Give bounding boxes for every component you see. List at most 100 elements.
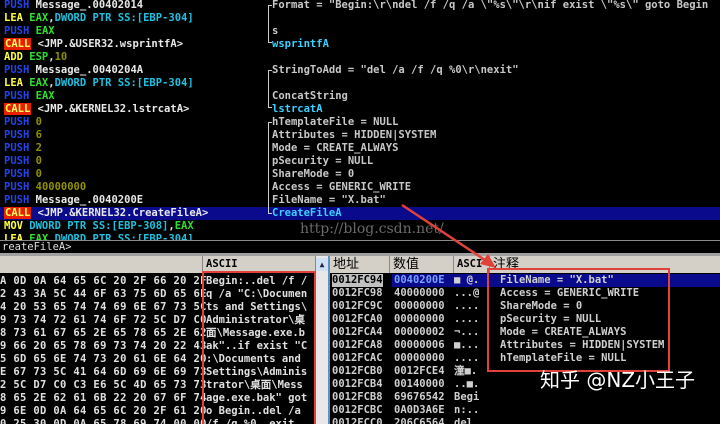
stack-address: 0012FCA4 — [332, 326, 383, 338]
operand: EAX — [174, 220, 194, 232]
operand: 0 — [29, 155, 42, 167]
disasm-row[interactable]: PUSH Message_.0040204A StringToAdd = "del… — [0, 64, 720, 77]
instruction: PUSH Message_.0040204A — [4, 64, 143, 77]
disassembly-pane[interactable]: PUSH Message_.00402014 Format = "Begin:\r… — [0, 0, 720, 240]
address-column-header[interactable]: 地址 — [330, 256, 390, 273]
stack-ascii: Begi — [454, 391, 480, 403]
stack-ascii: .... — [454, 352, 480, 364]
disasm-row[interactable]: LEA EAX,DWORD PTR SS:[EBP-304] — [0, 12, 720, 25]
hex-bytes: 4 20 53 65 74 74 69 6E 67 73 5C — [0, 301, 207, 313]
mnemonic: CALL — [4, 207, 32, 219]
status-line: reateFileA> — [0, 240, 720, 253]
disasm-comment: wsprintfA — [272, 38, 329, 50]
stack-value: 0A0D3A6E — [394, 404, 445, 416]
disasm-comment: ShareMode = 0 — [272, 168, 355, 180]
mnemonic: PUSH — [4, 194, 30, 206]
disasm-comment: Access = GENERIC_WRITE — [272, 181, 412, 193]
hex-bytes: 9 73 74 72 61 74 6F 72 5C D7 C0 — [0, 314, 207, 326]
instruction: PUSH Message_.00402014 — [4, 0, 143, 12]
operand: 6 — [29, 129, 42, 141]
instruction: PUSH 0 — [4, 155, 42, 168]
scroll-up-icon[interactable]: ▲ — [316, 258, 328, 271]
mnemonic: PUSH — [4, 155, 30, 167]
stack-value: 00000002 — [394, 326, 445, 338]
stack-value: 0012FCE4 — [394, 365, 445, 377]
disasm-row[interactable]: PUSH 0 ShareMode = 0 — [0, 168, 720, 181]
stack-address: 0012FC9C — [332, 300, 383, 312]
mnemonic: PUSH — [4, 129, 30, 141]
hex-column-header[interactable] — [0, 256, 203, 273]
stack-ascii: ..■. — [454, 378, 480, 390]
instruction: CALL <JMP.&USER32.wsprintfA> — [4, 38, 183, 51]
stack-ascii: n:.. — [454, 404, 480, 416]
instruction: CALL <JMP.&KERNEL32.lstrcatA> — [4, 103, 189, 116]
disasm-row[interactable]: PUSH Message_.0040200E FileName = "X.bat" — [0, 194, 720, 207]
blog-watermark: http://blog.csdn.net/ — [300, 221, 444, 237]
stack-row[interactable]: 0012FCC0 206C6564 del — [330, 417, 720, 424]
disasm-row[interactable]: PUSH EAX ConcatString — [0, 90, 720, 103]
operand: Message_.00402014 — [29, 0, 144, 11]
operand: <JMP.&KERNEL32.lstrcatA> — [31, 103, 190, 115]
hex-bytes: 9 6E 0D 0A 64 65 6C 20 2F 61 20 — [0, 405, 207, 417]
operand: EAX — [29, 25, 55, 37]
hex-bytes: 8 65 2E 62 61 6B 22 20 67 6F 74 — [0, 392, 207, 404]
stack-ascii: ...@ — [454, 287, 480, 299]
operand: <JMP.&KERNEL32.CreateFileA> — [31, 207, 209, 219]
operand: 0 — [29, 116, 42, 128]
stack-address: 0012FCA8 — [332, 339, 383, 351]
disasm-row[interactable]: ADD ESP,10 — [0, 51, 720, 64]
mnemonic: LEA — [4, 77, 23, 89]
disasm-row[interactable]: PUSH EAX s — [0, 25, 720, 38]
dump-scrollbar[interactable]: ▲ — [316, 256, 328, 424]
call-bracket — [268, 5, 272, 43]
disasm-row[interactable]: CALL <JMP.&KERNEL32.lstrcatA> lstrcatA — [0, 103, 720, 116]
instruction: PUSH 40000000 — [4, 181, 86, 194]
operand: DWORD PTR SS:[EBP-304] — [54, 12, 194, 24]
disasm-row[interactable]: PUSH 2 Mode = CREATE_ALWAYS — [0, 142, 720, 155]
disasm-row[interactable]: PUSH 0 pSecurity = NULL — [0, 155, 720, 168]
ascii-column-header[interactable]: ASCI — [454, 256, 490, 273]
mnemonic: LEA — [4, 233, 23, 240]
disasm-row[interactable]: PUSH Message_.00402014 Format = "Begin:\r… — [0, 0, 720, 12]
operand: Message_.0040200E — [29, 194, 144, 206]
disasm-row[interactable]: CALL <JMP.&USER32.wsprintfA> wsprintfA — [0, 38, 720, 51]
operand: DWORD PTR SS:[EBP-308] — [22, 220, 169, 232]
stack-value: 00140000 — [394, 378, 445, 390]
disasm-comment: s — [272, 25, 279, 37]
disasm-comment: Format = "Begin:\r\ndel /f /q /a \"%s\"\… — [272, 0, 709, 11]
instruction: PUSH 0 — [4, 116, 42, 129]
stack-ascii: .... — [454, 300, 480, 312]
instruction: ADD ESP,10 — [4, 51, 67, 64]
operand: <JMP.&USER32.wsprintfA> — [31, 38, 184, 50]
instruction: PUSH Message_.0040200E — [4, 194, 143, 207]
mnemonic: ADD — [4, 51, 23, 63]
operand: 10 — [54, 51, 68, 63]
disasm-row[interactable]: CALL <JMP.&KERNEL32.CreateFileA> CreateFi… — [0, 207, 720, 220]
mnemonic: PUSH — [4, 0, 30, 11]
stack-row[interactable]: 0012FCBC 0A0D3A6E n:.. — [330, 404, 720, 417]
stack-address: 0012FC98 — [332, 287, 383, 299]
operand: 0 — [29, 168, 42, 180]
operand: EAX — [22, 12, 49, 24]
value-column-header[interactable]: 数值 — [390, 256, 454, 273]
ascii-highlight-box — [202, 271, 316, 424]
operand: ESP — [22, 51, 49, 63]
operand: EAX — [22, 233, 49, 240]
instruction: PUSH 6 — [4, 129, 42, 142]
disasm-row[interactable]: PUSH 40000000 Access = GENERIC_WRITE — [0, 181, 720, 194]
operand: DWORD PTR SS:[EBP-304] — [54, 233, 194, 240]
operand: EAX — [29, 90, 55, 102]
instruction: PUSH 2 — [4, 142, 42, 155]
disasm-comment: CreateFileA — [272, 207, 342, 219]
hex-bytes: 5 6D 65 6E 74 73 20 61 6E 64 20 — [0, 353, 207, 365]
disasm-row[interactable]: PUSH 6 Attributes = HIDDEN|SYSTEM — [0, 129, 720, 142]
disasm-row[interactable]: PUSH 0 hTemplateFile = NULL — [0, 116, 720, 129]
operand: 40000000 — [29, 181, 87, 193]
stack-address: 0012FCB8 — [332, 391, 383, 403]
stack-address: 0012FCBC — [332, 404, 383, 416]
stack-value: 0040200E — [392, 274, 454, 287]
mnemonic: PUSH — [4, 64, 30, 76]
stack-ascii: 潼■. — [454, 365, 478, 377]
disasm-comment: lstrcatA — [272, 103, 323, 115]
disasm-row[interactable]: LEA EAX,DWORD PTR SS:[EBP-304] — [0, 77, 720, 90]
